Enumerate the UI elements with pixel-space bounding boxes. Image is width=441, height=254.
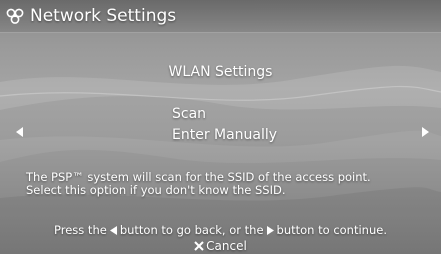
right-button-icon xyxy=(266,226,274,235)
psp-screen: Network Settings WLAN Settings Scan Ente… xyxy=(0,0,441,254)
left-button-icon xyxy=(109,226,117,235)
menu-heading: WLAN Settings xyxy=(168,64,273,80)
title-bar: Network Settings xyxy=(0,0,441,33)
description-line-2: Select this option if you don't know the… xyxy=(26,183,286,197)
page-title: Network Settings xyxy=(30,6,177,26)
cross-button-icon xyxy=(194,241,204,251)
network-settings-icon xyxy=(6,8,24,24)
scroll-right-arrow-icon[interactable] xyxy=(420,127,430,137)
menu-option-scan[interactable]: Scan xyxy=(172,106,206,122)
scroll-left-arrow-icon[interactable] xyxy=(15,127,25,137)
cancel-label: Cancel xyxy=(206,239,247,253)
menu-option-enter-manually[interactable]: Enter Manually xyxy=(172,127,277,143)
hint-text-part-3: button to continue. xyxy=(276,223,387,237)
navigation-hint: Press the button to go back, or the button… xyxy=(0,223,441,237)
cancel-button[interactable]: Cancel xyxy=(0,239,441,253)
hint-text-part-1: Press the xyxy=(54,223,107,237)
option-description: The PSP™ system will scan for the SSID o… xyxy=(26,171,426,197)
hint-text-part-2: button to go back, or the xyxy=(119,223,264,237)
